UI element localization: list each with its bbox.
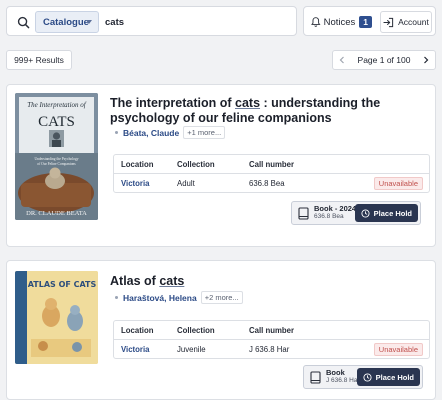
search-icon (17, 16, 29, 28)
search-bar: Catalogue (6, 6, 297, 36)
cover-art: ATLAS OF CATS (15, 271, 98, 364)
result-card: ATLAS OF CATS Atlas of cats Haraštová, H… (6, 260, 436, 400)
result-card: The Interpretation of CATS Understanding… (6, 84, 436, 247)
format-call-number: J 636.8 Har (326, 377, 360, 384)
format-and-hold: Book - 2024 636.8 Bea Place Hold (291, 201, 421, 225)
author-row: Béata, Claude +1 more... (115, 126, 226, 139)
search-scope-label: Catalogue (43, 16, 89, 28)
clock-icon (361, 208, 370, 218)
svg-text:Understanding the Psychology: Understanding the Psychology (34, 157, 78, 161)
holdings-header-row: Location Collection Call number (114, 321, 429, 340)
location-link[interactable]: Victoria (121, 345, 149, 354)
previous-page-button[interactable] (333, 51, 351, 69)
results-count-label: 999+ Results (14, 55, 64, 65)
book-icon (310, 370, 321, 384)
bullet-icon (115, 131, 118, 134)
format-call-number: 636.8 Bea (314, 213, 344, 220)
table-row: Victoria Juvenile J 636.8 Har Unavailabl… (114, 340, 429, 359)
title-highlight: cats (235, 96, 261, 110)
title-highlight: cats (159, 274, 185, 288)
account-button[interactable]: Account (380, 11, 432, 33)
cover-art: The Interpretation of CATS Understanding… (15, 93, 98, 220)
cover-author-text: DR. CLAUDE BEATA (26, 210, 87, 217)
notices-button[interactable]: Notices 1 (310, 11, 372, 33)
search-scope-select[interactable]: Catalogue (35, 11, 99, 33)
title-text: Atlas of (110, 274, 160, 288)
chevron-down-icon (86, 20, 92, 24)
column-header-call-number: Call number (249, 159, 295, 169)
column-header-collection: Collection (177, 159, 215, 169)
search-button[interactable] (13, 12, 33, 32)
chevron-left-icon (339, 56, 344, 64)
cover-big-text: CATS (38, 114, 75, 130)
author-row: Haraštová, Helena +2 more... (115, 291, 243, 304)
book-cover[interactable]: The Interpretation of CATS Understanding… (15, 93, 98, 220)
author-link[interactable]: Béata, Claude (123, 128, 179, 138)
column-header-location: Location (121, 325, 154, 335)
format-name: Book (326, 368, 345, 377)
notices-label: Notices (323, 16, 356, 28)
result-title[interactable]: The interpretation of cats : understandi… (110, 96, 420, 126)
table-row: Victoria Adult 636.8 Bea Unavailable (114, 174, 429, 193)
chevron-right-icon (424, 56, 429, 64)
account-area: Notices 1 Account (303, 6, 436, 36)
status-badge: Unavailable (373, 343, 423, 356)
column-header-collection: Collection (177, 325, 215, 335)
column-header-call-number: Call number (249, 325, 295, 335)
top-bar: Catalogue Notices 1 Account (0, 0, 442, 42)
search-input[interactable] (105, 12, 285, 32)
account-label: Account (398, 17, 429, 27)
svg-text:of Our Feline Companions: of Our Feline Companions (37, 162, 76, 166)
holdings-table: Location Collection Call number Victoria… (113, 154, 430, 193)
author-link[interactable]: Haraštová, Helena (123, 293, 197, 303)
notices-count-badge: 1 (359, 16, 372, 28)
book-icon (298, 206, 309, 220)
column-header-location: Location (121, 159, 154, 169)
next-page-button[interactable] (417, 51, 435, 69)
collection-cell: Adult (177, 179, 195, 188)
cover-top-text: The Interpretation of (27, 101, 87, 109)
call-number-cell: J 636.8 Har (249, 345, 290, 354)
clock-icon (363, 372, 372, 382)
place-hold-button[interactable]: Place Hold (356, 368, 420, 386)
results-count: 999+ Results (6, 50, 72, 70)
holdings-table: Location Collection Call number Victoria… (113, 320, 430, 359)
bell-icon (311, 17, 321, 27)
format-info: Book - 2024 636.8 Bea (292, 205, 356, 221)
more-authors-button[interactable]: +2 more... (200, 291, 243, 304)
format-and-hold: Book J 636.8 Har Place Hold (303, 365, 423, 389)
format-name: Book - 2024 (314, 204, 357, 213)
title-text: The interpretation of (110, 96, 235, 110)
result-title[interactable]: Atlas of cats (110, 274, 420, 289)
sign-in-icon (383, 17, 394, 27)
call-number-cell: 636.8 Bea (249, 179, 285, 188)
format-info: Book J 636.8 Har (304, 369, 360, 385)
location-link[interactable]: Victoria (121, 179, 149, 188)
collection-cell: Juvenile (177, 345, 206, 354)
place-hold-label: Place Hold (373, 208, 412, 218)
status-badge: Unavailable (373, 177, 423, 190)
book-cover[interactable]: ATLAS OF CATS (15, 271, 98, 364)
page-indicator: Page 1 of 100 (357, 55, 411, 65)
more-authors-button[interactable]: +1 more... (183, 126, 226, 139)
holdings-header-row: Location Collection Call number (114, 155, 429, 174)
bullet-icon (115, 296, 118, 299)
pagination: Page 1 of 100 (332, 50, 436, 70)
place-hold-label: Place Hold (375, 372, 414, 382)
cover-top-text: ATLAS OF CATS (28, 280, 97, 289)
place-hold-button[interactable]: Place Hold (354, 204, 418, 222)
